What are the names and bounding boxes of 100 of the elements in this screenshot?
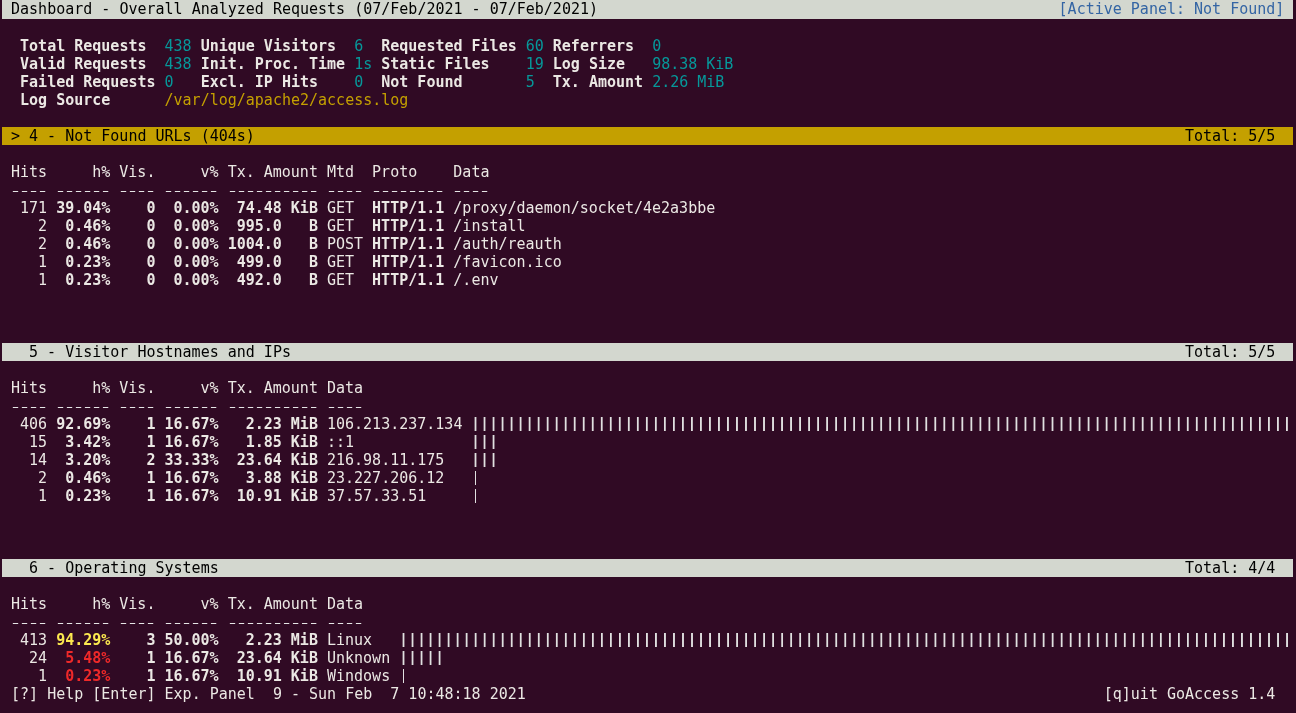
tx-unit: MiB <box>290 631 318 649</box>
hits-count: 413 <box>20 631 48 649</box>
metric-label: Requested Files <box>381 37 517 55</box>
column-header: Vis. <box>119 595 156 613</box>
metric-value: 19 <box>525 55 544 73</box>
data-value: /auth/reauth <box>453 235 562 253</box>
metric-value: 438 <box>164 55 192 73</box>
hits-percent: 0.46% <box>65 469 111 487</box>
column-header: Vis. <box>119 163 156 181</box>
visitors-percent: 50.00% <box>164 631 219 649</box>
tx-unit: MiB <box>290 415 318 433</box>
log-source-label: Log Source <box>20 91 111 109</box>
column-header: Hits <box>11 379 48 397</box>
hits-count: 1 <box>38 271 48 289</box>
visitors-count: 0 <box>146 271 156 289</box>
metric-value: 1s <box>354 55 373 73</box>
visitors-count: 0 <box>146 235 156 253</box>
hits-percent: 3.42% <box>65 433 111 451</box>
tx-amount: 74.48 <box>236 199 282 217</box>
panel-header[interactable]: 6 - Operating Systems Total: 4/4 <box>2 559 1294 577</box>
metric-value: 2.26 MiB <box>652 73 725 91</box>
hits-percent: 92.69% <box>56 415 111 433</box>
hits-count: 2 <box>38 469 48 487</box>
panel-header[interactable]: 5 - Visitor Hostnames and IPs Total: 5/5 <box>2 343 1294 361</box>
http-method: GET <box>326 271 355 289</box>
http-protocol: HTTP/1.1 <box>372 271 445 289</box>
hits-count: 2 <box>38 235 48 253</box>
tx-amount: 2.23 <box>245 415 282 433</box>
visitors-count: 1 <box>146 415 156 433</box>
column-header: Mtd <box>326 163 355 181</box>
data-value: /.env <box>453 271 499 289</box>
panel-header[interactable]: > 4 - Not Found URLs (404s) Total: 5/5 <box>2 127 1294 145</box>
column-header: Data <box>326 379 364 397</box>
visitors-count: 1 <box>146 667 156 685</box>
column-header: Data <box>453 163 490 181</box>
panel-title: 4 - Not Found URLs (404s) <box>29 127 255 145</box>
hits-count: 406 <box>20 415 48 433</box>
metric-value: 0 <box>164 73 174 91</box>
column-header: h% <box>92 379 111 397</box>
metric-value: 438 <box>164 37 192 55</box>
hits-percent: 39.04% <box>56 199 111 217</box>
data-value: Unknown <box>326 649 391 667</box>
visitors-percent: 0.00% <box>173 199 219 217</box>
tx-amount: 1.85 <box>245 433 282 451</box>
visitors-percent: 16.67% <box>164 667 219 685</box>
column-header: h% <box>92 163 111 181</box>
hits-percent: 0.23% <box>65 271 111 289</box>
visitors-count: 1 <box>146 649 156 667</box>
tx-amount: 23.64 <box>236 451 282 469</box>
metric-value: 0 <box>652 37 662 55</box>
visitors-percent: 0.00% <box>173 271 219 289</box>
visitors-count: 3 <box>146 631 156 649</box>
column-header: v% <box>200 595 219 613</box>
visitors-count: 1 <box>146 469 156 487</box>
hits-count: 15 <box>29 433 48 451</box>
tx-amount: 1004.0 <box>227 235 282 253</box>
http-method: GET <box>326 199 355 217</box>
metric-value: 0 <box>354 73 364 91</box>
hits-count: 14 <box>29 451 48 469</box>
quit-hint: [q]uit GoAccess 1.4 <box>1103 685 1276 703</box>
data-value: 216.98.11.175 <box>326 451 445 469</box>
tx-unit: KiB <box>290 649 318 667</box>
metric-value: 6 <box>354 37 364 55</box>
metric-label: Static Files <box>381 55 490 73</box>
data-value: Windows <box>326 667 391 685</box>
visitors-percent: 0.00% <box>173 235 219 253</box>
http-protocol: HTTP/1.1 <box>372 253 445 271</box>
hits-count: 2 <box>38 217 48 235</box>
column-header: h% <box>92 595 111 613</box>
dashboard-title: Dashboard - Overall Analyzed Requests (07/Feb/2021 - 07/Feb/2021) <box>11 0 598 19</box>
metric-label: Referrers <box>552 37 635 55</box>
tx-amount: 10.91 <box>236 667 282 685</box>
hits-percent: 0.46% <box>65 217 111 235</box>
metric-label: Excl. IP Hits <box>200 73 319 91</box>
visitors-count: 0 <box>146 217 156 235</box>
column-header: v% <box>200 163 219 181</box>
data-value: /favicon.ico <box>453 253 562 271</box>
data-value: Linux <box>326 631 373 649</box>
hits-percent: 0.46% <box>65 235 111 253</box>
tx-amount: 3.88 <box>245 469 282 487</box>
metric-label: Failed Requests <box>20 73 156 91</box>
tx-amount: 995.0 <box>236 217 282 235</box>
visitors-percent: 33.33% <box>164 451 219 469</box>
hits-count: 24 <box>29 649 48 667</box>
data-value: 106.213.237.134 <box>326 415 463 433</box>
tx-unit: KiB <box>290 469 318 487</box>
metric-value: 60 <box>525 37 544 55</box>
column-header: Tx. Amount <box>227 379 318 397</box>
visitors-percent: 16.67% <box>164 487 219 505</box>
tx-unit: KiB <box>290 451 318 469</box>
http-protocol: HTTP/1.1 <box>372 217 445 235</box>
visitors-count: 1 <box>146 433 156 451</box>
column-header: Tx. Amount <box>227 595 318 613</box>
key-hints: [?] Help [Enter] Exp. Panel <box>11 685 255 703</box>
column-header: Proto <box>372 163 418 181</box>
metric-value: 5 <box>525 73 535 91</box>
metric-label: Unique Visitors <box>200 37 337 55</box>
hits-percent: 0.23% <box>65 253 111 271</box>
visitors-percent: 16.67% <box>164 649 219 667</box>
status-timestamp: 9 - Sun Feb 7 10:48:18 2021 <box>272 685 526 703</box>
